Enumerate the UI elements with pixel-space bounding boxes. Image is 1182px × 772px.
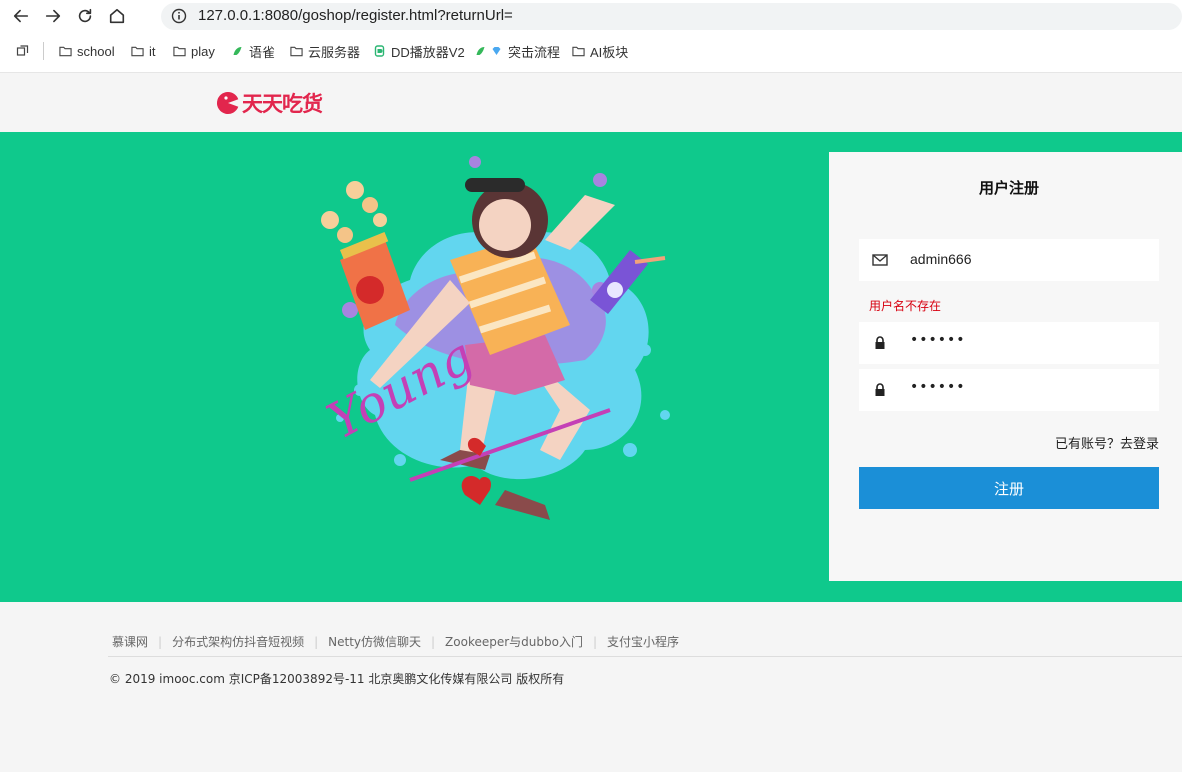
footer-link[interactable]: 慕课网 — [112, 633, 148, 650]
bookmark-yuque[interactable]: 语雀 — [231, 42, 275, 60]
bookmark-label: play — [191, 43, 215, 59]
footer-separator: | — [158, 634, 163, 649]
footer-link[interactable]: Zookeeper与dubbo入门 — [445, 633, 583, 650]
bookmark-label: DD播放器V2 — [391, 44, 465, 60]
register-button[interactable]: 注册 — [859, 467, 1159, 509]
bookmark-it[interactable]: it — [131, 42, 156, 60]
bookmark-play[interactable]: play — [173, 42, 215, 60]
lock-icon — [875, 383, 885, 396]
yuque-icon — [233, 47, 242, 55]
folder-icon — [59, 46, 72, 57]
copyright-text: © 2019 imooc.com 京ICP备12003892号-11 北京奥鹏文… — [109, 672, 565, 686]
footer-links: 慕课网 | 分布式架构仿抖音短视频 | Netty仿微信聊天 | Zookeep… — [112, 633, 679, 650]
bookmark-ai[interactable]: AI板块 — [572, 42, 628, 60]
forward-button[interactable] — [42, 5, 64, 27]
bookmark-label: 语雀 — [249, 44, 276, 60]
folder-icon — [131, 46, 144, 57]
bookmark-separator — [43, 42, 44, 60]
register-card: 用户注册 admin666 用户名不存在 •••••• •••••• 已有账号？… — [829, 152, 1182, 581]
bookmark-cloud-server[interactable]: 云服务器 — [290, 42, 360, 60]
tab-groups-button[interactable] — [16, 42, 29, 60]
go-login-link[interactable]: 已有账号？去登录 — [1055, 433, 1159, 452]
username-value[interactable]: admin666 — [910, 251, 972, 267]
arrow-left-icon — [13, 9, 29, 23]
browser-chrome: 127.0.0.1:8080/goshop/register.html?retu… — [0, 0, 1182, 72]
bookmark-label: it — [149, 43, 156, 59]
arrow-right-icon — [45, 9, 61, 23]
confirm-password-value[interactable]: •••••• — [910, 379, 966, 395]
bookmark-label: 云服务器 — [308, 44, 361, 60]
back-button[interactable] — [10, 5, 32, 27]
copy-icon — [16, 45, 29, 56]
site-logo[interactable]: 天天吃货 — [215, 88, 323, 118]
register-title: 用户注册 — [978, 179, 1039, 197]
confirm-password-field[interactable]: •••••• — [859, 369, 1159, 411]
password-value[interactable]: •••••• — [910, 332, 966, 348]
footer-separator: | — [314, 634, 319, 649]
bookmark-tuji[interactable]: 突击流程 — [474, 42, 560, 60]
folder-icon — [173, 46, 186, 57]
yuque-icon — [476, 47, 485, 55]
diamond-icon — [492, 47, 501, 55]
bookmark-dd-player[interactable]: DD播放器V2 — [373, 42, 465, 60]
footer-link[interactable]: Netty仿微信聊天 — [328, 633, 421, 650]
bookmark-label: AI板块 — [590, 44, 629, 60]
dd-icon — [374, 45, 385, 57]
home-button[interactable] — [106, 5, 128, 27]
bookmark-school[interactable]: school — [59, 42, 115, 60]
address-bar[interactable]: 127.0.0.1:8080/goshop/register.html?retu… — [161, 3, 1182, 30]
bookmark-label: school — [77, 43, 115, 59]
folder-icon — [290, 46, 303, 57]
password-field[interactable]: •••••• — [859, 322, 1159, 364]
footer-separator: | — [431, 634, 436, 649]
folder-icon — [572, 46, 585, 57]
logo-icon — [216, 91, 239, 114]
mail-icon — [872, 254, 888, 266]
bookmark-label: 突击流程 — [508, 44, 561, 60]
footer-separator: | — [592, 634, 598, 649]
reload-icon — [78, 8, 92, 23]
lock-icon — [875, 336, 885, 349]
site-header — [0, 72, 1182, 132]
reload-button[interactable] — [74, 5, 96, 27]
username-error: 用户名不存在 — [869, 299, 942, 313]
url-text[interactable]: 127.0.0.1:8080/goshop/register.html?retu… — [198, 7, 513, 24]
young-girl-illustration: Young — [318, 156, 670, 520]
home-icon — [109, 8, 125, 24]
footer-link[interactable]: 支付宝小程序 — [607, 633, 679, 650]
footer-link[interactable]: 分布式架构仿抖音短视频 — [172, 633, 304, 650]
footer-divider — [108, 656, 1182, 657]
logo-text: 天天吃货 — [242, 91, 323, 116]
info-icon[interactable] — [171, 8, 187, 24]
username-field[interactable]: admin666 — [859, 239, 1159, 281]
